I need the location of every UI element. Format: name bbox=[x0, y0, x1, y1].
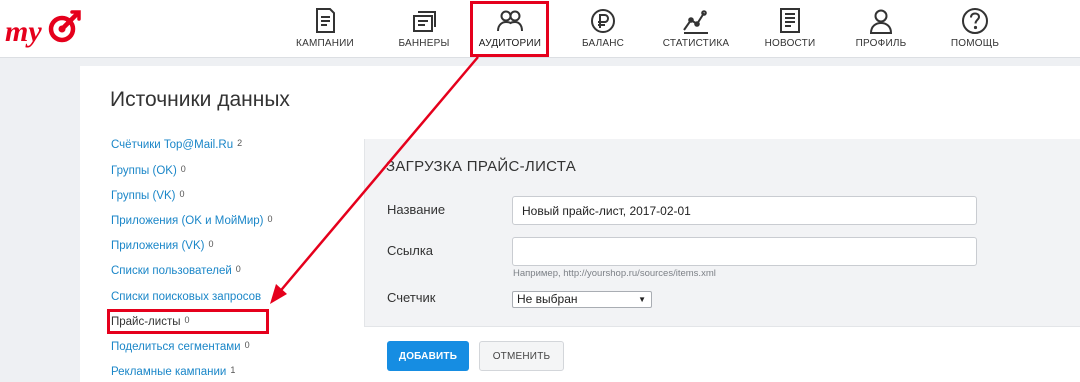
news-icon bbox=[775, 6, 805, 36]
source-count: 1 bbox=[230, 365, 236, 375]
top-navigation-bar: my КАМПАНИИ БАННЕРЫ АУДИТОРИИ БАЛАНС СТА… bbox=[0, 0, 1080, 58]
source-label: Списки пользователей bbox=[111, 265, 232, 277]
nav-item-profile[interactable]: ПРОФИЛЬ bbox=[848, 0, 914, 58]
nav-item-campaigns[interactable]: КАМПАНИИ bbox=[287, 0, 363, 58]
form-actions-bar bbox=[364, 326, 1080, 382]
link-hint: Например, http://yourshop.ru/sources/ite… bbox=[513, 268, 716, 279]
link-input[interactable] bbox=[512, 237, 977, 266]
link-label: Ссылка bbox=[387, 243, 434, 258]
nav-item-news[interactable]: НОВОСТИ bbox=[758, 0, 822, 58]
nav-label: АУДИТОРИИ bbox=[478, 38, 542, 49]
counter-select[interactable]: Не выбран ▼ bbox=[512, 291, 652, 308]
nav-label: НОВОСТИ bbox=[764, 38, 816, 49]
source-item-apps-ok-mymir[interactable]: Приложения (OK и МойМир) 0 bbox=[111, 214, 273, 227]
source-item-user-lists[interactable]: Списки пользователей 0 bbox=[111, 264, 241, 277]
nav-label: ПРОФИЛЬ bbox=[855, 38, 907, 49]
statistics-icon bbox=[681, 6, 711, 36]
mytarget-logo-icon[interactable]: my bbox=[4, 7, 82, 49]
form-title: ЗАГРУЗКА ПРАЙС-ЛИСТА bbox=[386, 158, 577, 175]
source-item-search-query-lists[interactable]: Списки поисковых запросов bbox=[111, 290, 265, 303]
source-item-share-segments[interactable]: Поделиться сегментами 0 bbox=[111, 340, 250, 353]
source-label: Прайс-листы bbox=[111, 316, 181, 328]
add-button[interactable]: ДОБАВИТЬ bbox=[387, 341, 469, 371]
source-count: 2 bbox=[237, 138, 243, 148]
source-item-ad-campaigns[interactable]: Рекламные кампании 1 bbox=[111, 365, 235, 378]
source-item-price-lists[interactable]: Прайс-листы 0 bbox=[111, 315, 190, 328]
cancel-button[interactable]: ОТМЕНИТЬ bbox=[479, 341, 564, 371]
audiences-icon bbox=[495, 6, 525, 36]
help-icon bbox=[960, 6, 990, 36]
source-count: 0 bbox=[184, 315, 190, 325]
source-count: 0 bbox=[267, 214, 273, 224]
nav-label: СТАТИСТИКА bbox=[662, 38, 730, 49]
nav-label: БАЛАНС bbox=[581, 38, 625, 49]
counter-select-value: Не выбран bbox=[517, 292, 578, 306]
source-item-groups-vk[interactable]: Группы (VK) 0 bbox=[111, 189, 185, 202]
nav-label: ПОМОЩЬ bbox=[950, 38, 1000, 49]
source-item-top-mail-counters[interactable]: Счётчики Top@Mail.Ru 2 bbox=[111, 138, 242, 151]
nav-item-banners[interactable]: БАННЕРЫ bbox=[388, 0, 460, 58]
counter-label: Счетчик bbox=[387, 290, 436, 305]
nav-item-audiences[interactable]: АУДИТОРИИ bbox=[472, 0, 548, 58]
svg-text:my: my bbox=[5, 15, 42, 48]
source-count: 0 bbox=[244, 340, 250, 350]
source-item-apps-vk[interactable]: Приложения (VK) 0 bbox=[111, 239, 214, 252]
profile-icon bbox=[866, 6, 896, 36]
source-count: 0 bbox=[179, 189, 185, 199]
source-label: Приложения (VK) bbox=[111, 240, 205, 252]
source-item-groups-ok[interactable]: Группы (OK) 0 bbox=[111, 164, 186, 177]
source-label: Счётчики Top@Mail.Ru bbox=[111, 139, 234, 151]
source-label: Приложения (OK и МойМир) bbox=[111, 215, 264, 227]
name-label: Название bbox=[387, 202, 446, 217]
source-label: Списки поисковых запросов bbox=[111, 291, 262, 303]
name-input[interactable] bbox=[512, 196, 977, 225]
source-count: 0 bbox=[180, 164, 186, 174]
page-title: Источники данных bbox=[110, 88, 290, 111]
caret-down-icon: ▼ bbox=[638, 295, 646, 304]
source-label: Поделиться сегментами bbox=[111, 341, 241, 353]
source-count: 0 bbox=[235, 264, 241, 274]
source-label: Группы (OK) bbox=[111, 165, 177, 177]
source-count: 0 bbox=[208, 239, 214, 249]
campaigns-icon bbox=[310, 6, 340, 36]
banners-icon bbox=[409, 6, 439, 36]
source-label: Рекламные кампании bbox=[111, 366, 227, 378]
nav-label: КАМПАНИИ bbox=[296, 38, 354, 49]
ruble-icon bbox=[588, 6, 618, 36]
source-label: Группы (VK) bbox=[111, 190, 176, 202]
nav-item-statistics[interactable]: СТАТИСТИКА bbox=[656, 0, 736, 58]
nav-label: БАННЕРЫ bbox=[398, 38, 450, 49]
nav-item-balance[interactable]: БАЛАНС bbox=[568, 0, 638, 58]
nav-item-help[interactable]: ПОМОЩЬ bbox=[943, 0, 1007, 58]
